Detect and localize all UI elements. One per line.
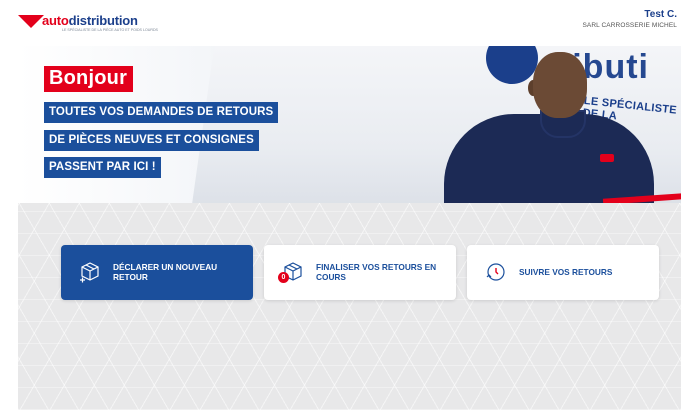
- logo-triangle-icon: [18, 15, 44, 28]
- declare-return-button[interactable]: DÉCLARER UN NOUVEAU RETOUR: [61, 245, 253, 300]
- pending-returns-badge: 0: [278, 272, 289, 283]
- logo-tagline: LE SPÉCIALISTE DE LA PIÈCE AUTO ET POIDS…: [62, 28, 158, 32]
- hero-greeting: Bonjour: [44, 66, 134, 92]
- header: autodistribution LE SPÉCIALISTE DE LA PI…: [0, 0, 681, 46]
- user-company: SARL CARROSSERIE MICHEL: [582, 22, 677, 29]
- hero-line-2: DE PIÈCES NEUVES ET CONSIGNES: [44, 130, 259, 151]
- jacket-logo: [600, 154, 614, 162]
- logo-prefix: auto: [42, 13, 69, 28]
- user-name: Test C.: [644, 9, 677, 20]
- logo-suffix: distribution: [68, 13, 138, 28]
- tracking-icon: [486, 263, 505, 281]
- finalize-returns-label: FINALISER VOS RETOURS EN COURS: [316, 262, 437, 282]
- hero-banner: ributi LE SPÉCIALISTE DE LA Bonjour TOUT…: [18, 46, 681, 203]
- person-head: [533, 52, 587, 118]
- hero-line-3: PASSENT PAR ICI !: [44, 157, 161, 178]
- autodistribution-logo[interactable]: autodistribution LE SPÉCIALISTE DE LA PI…: [18, 13, 158, 37]
- declare-return-label: DÉCLARER UN NOUVEAU RETOUR: [113, 262, 218, 282]
- box-plus-icon: [80, 262, 99, 283]
- track-returns-button[interactable]: SUIVRE VOS RETOURS: [467, 245, 659, 300]
- finalize-returns-button[interactable]: 0 FINALISER VOS RETOURS EN COURS: [264, 245, 456, 300]
- logo-text: autodistribution: [42, 13, 138, 28]
- hero-line-1: TOUTES VOS DEMANDES DE RETOURS: [44, 102, 279, 123]
- user-info[interactable]: Test C. SARL CARROSSERIE MICHEL: [582, 9, 677, 29]
- track-returns-label: SUIVRE VOS RETOURS: [519, 267, 613, 277]
- actions-area: DÉCLARER UN NOUVEAU RETOUR 0 FINALISER V…: [18, 203, 681, 410]
